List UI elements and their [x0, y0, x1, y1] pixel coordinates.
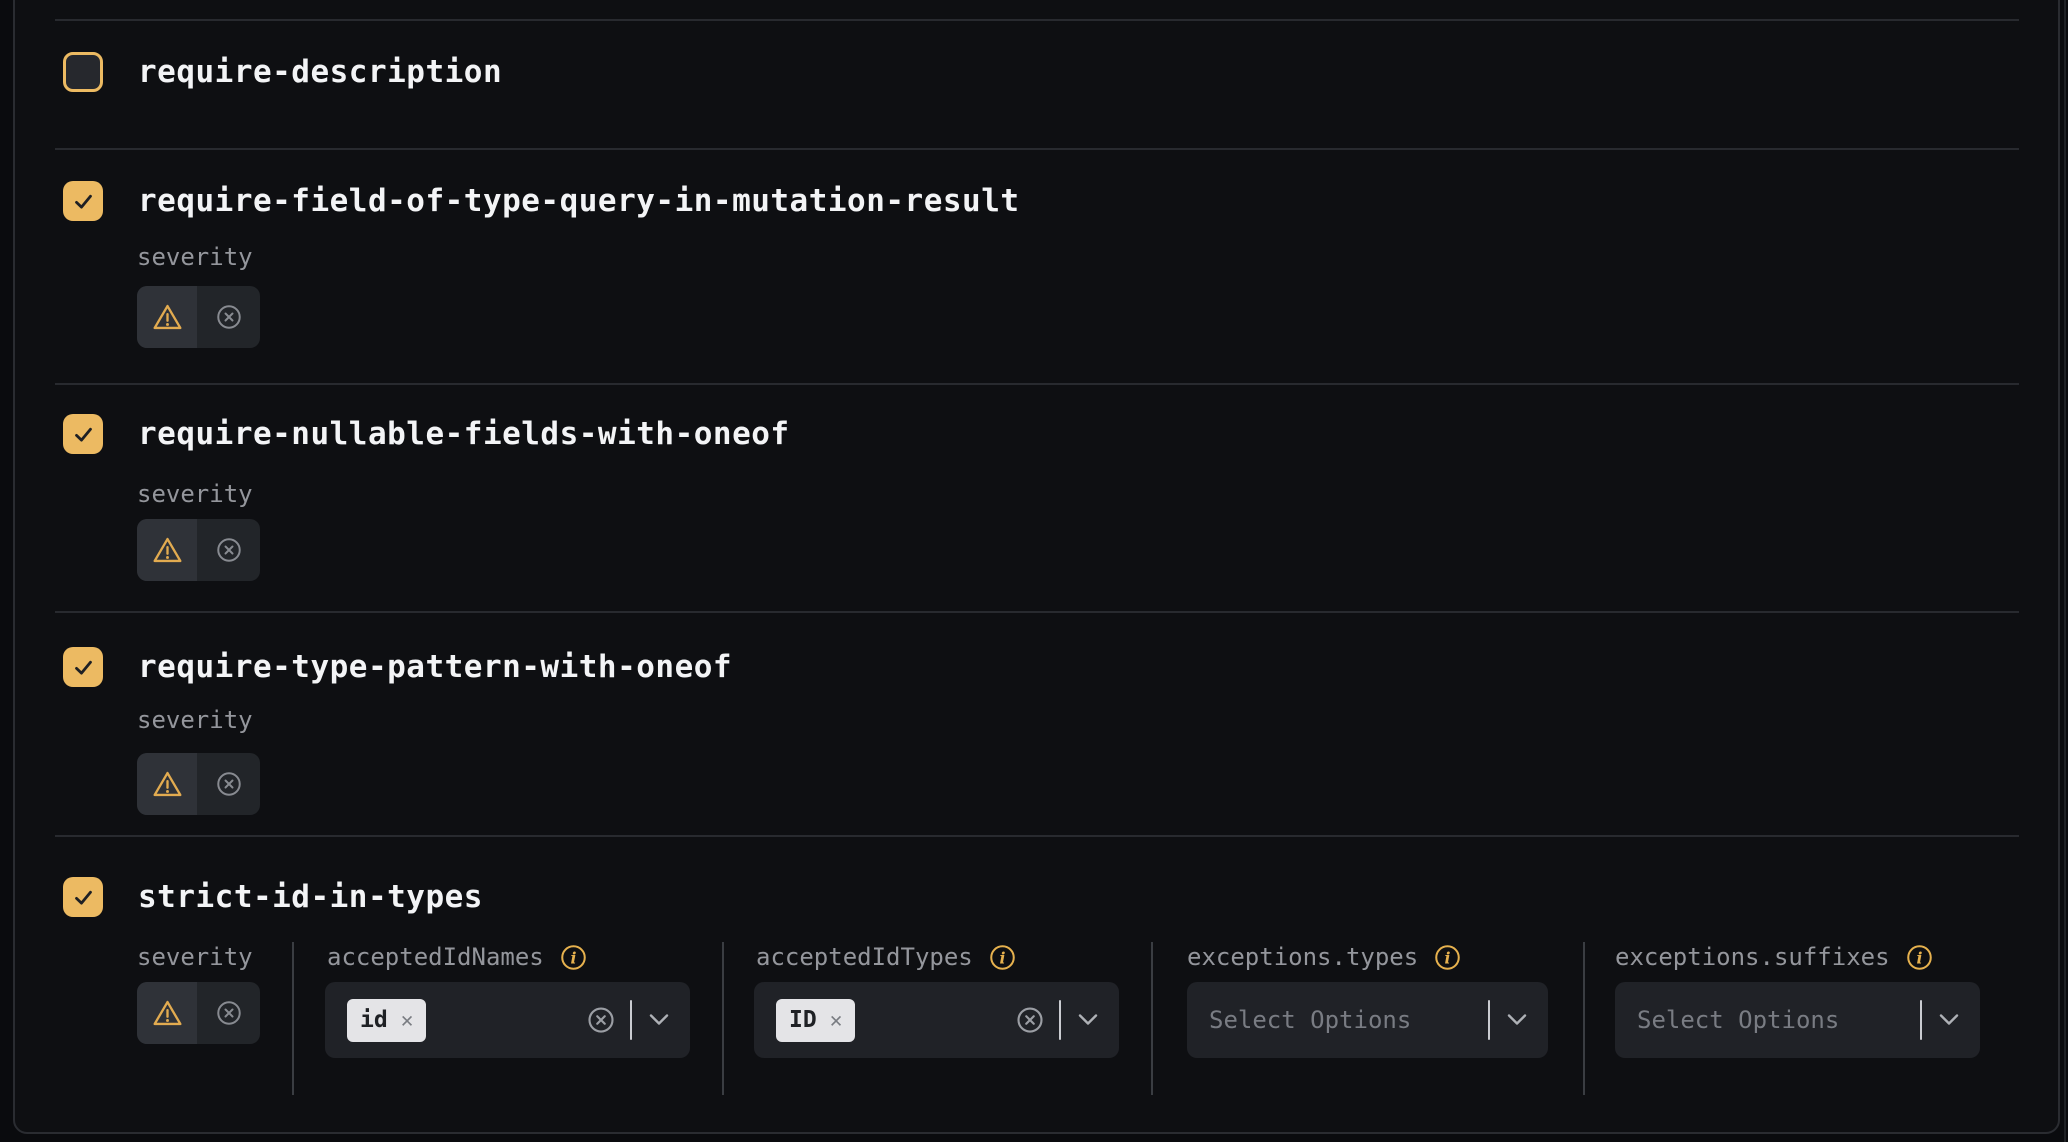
row-divider	[55, 148, 2019, 150]
warning-triangle-icon	[152, 770, 183, 798]
select-placeholder: Select Options	[1637, 1006, 1839, 1034]
info-icon[interactable]: i	[560, 944, 587, 971]
rule-checkbox-require-type-pattern-with-oneof[interactable]	[63, 647, 103, 687]
warning-triangle-icon	[152, 999, 183, 1027]
row-divider	[55, 835, 2019, 837]
chip-ID: ID ✕	[776, 999, 855, 1042]
option-label-text: acceptedIdNames	[327, 943, 544, 971]
severity-error-button[interactable]	[197, 519, 260, 581]
checkmark-icon	[70, 654, 97, 681]
multiselect-acceptedIdNames[interactable]: id ✕	[325, 982, 690, 1058]
checkmark-icon	[70, 188, 97, 215]
severity-error-button[interactable]	[197, 286, 260, 348]
right-edge-divider	[2064, 0, 2066, 1142]
chevron-down-icon[interactable]	[1938, 1013, 1960, 1027]
column-divider	[1583, 942, 1585, 1095]
chevron-down-icon[interactable]	[648, 1013, 670, 1027]
severity-warn-button[interactable]	[137, 753, 197, 815]
row-divider	[55, 19, 2019, 21]
severity-label: severity	[137, 242, 253, 272]
column-divider	[722, 942, 724, 1095]
severity-warn-button[interactable]	[137, 982, 197, 1044]
chip-text: id	[360, 1007, 388, 1033]
option-label-exceptions-suffixes: exceptions.suffixes i	[1615, 942, 1933, 972]
circle-x-icon	[215, 999, 243, 1027]
select-divider	[630, 1000, 632, 1040]
column-divider	[292, 942, 294, 1095]
row-divider	[55, 611, 2019, 613]
option-label-acceptedIdNames: acceptedIdNames i	[327, 942, 587, 972]
clear-selection-icon[interactable]	[1015, 1005, 1045, 1035]
svg-text:i: i	[1445, 948, 1451, 967]
clear-selection-icon[interactable]	[586, 1005, 616, 1035]
svg-text:i: i	[999, 948, 1005, 967]
select-divider	[1920, 1000, 1922, 1040]
rule-checkbox-require-field-of-type-query-in-mutation-result[interactable]	[63, 181, 103, 221]
severity-toggle	[137, 982, 260, 1044]
severity-label: severity	[137, 942, 253, 972]
info-icon[interactable]: i	[1434, 944, 1461, 971]
svg-text:i: i	[1916, 948, 1922, 967]
severity-error-button[interactable]	[197, 982, 260, 1044]
svg-text:i: i	[570, 948, 576, 967]
circle-x-icon	[215, 303, 243, 331]
column-divider	[1151, 942, 1153, 1095]
info-icon[interactable]: i	[1906, 944, 1933, 971]
rule-name: require-nullable-fields-with-oneof	[138, 414, 790, 454]
row-divider	[55, 383, 2019, 385]
rule-checkbox-strict-id-in-types[interactable]	[63, 877, 103, 917]
severity-error-button[interactable]	[197, 753, 260, 815]
rule-name: require-description	[138, 52, 502, 92]
severity-toggle	[137, 519, 260, 581]
multiselect-acceptedIdTypes[interactable]: ID ✕	[754, 982, 1119, 1058]
rules-config-panel: require-description require-field-of-typ…	[0, 0, 2068, 1142]
rule-name: strict-id-in-types	[138, 877, 483, 917]
chip-text: ID	[789, 1007, 817, 1033]
chip-id: id ✕	[347, 999, 426, 1042]
checkmark-icon	[70, 421, 97, 448]
option-label-text: exceptions.types	[1187, 943, 1418, 971]
circle-x-icon	[215, 770, 243, 798]
chevron-down-icon[interactable]	[1077, 1013, 1099, 1027]
warning-triangle-icon	[152, 303, 183, 331]
option-label-acceptedIdTypes: acceptedIdTypes i	[756, 942, 1016, 972]
multiselect-exceptions-types[interactable]: Select Options	[1187, 982, 1548, 1058]
multiselect-exceptions-suffixes[interactable]: Select Options	[1615, 982, 1980, 1058]
severity-toggle	[137, 286, 260, 348]
option-label-exceptions-types: exceptions.types i	[1187, 942, 1461, 972]
chip-remove-icon[interactable]: ✕	[830, 1010, 843, 1031]
severity-warn-button[interactable]	[137, 519, 197, 581]
info-icon[interactable]: i	[989, 944, 1016, 971]
chevron-down-icon[interactable]	[1506, 1013, 1528, 1027]
select-divider	[1059, 1000, 1061, 1040]
select-placeholder: Select Options	[1209, 1006, 1411, 1034]
circle-x-icon	[215, 536, 243, 564]
chip-remove-icon[interactable]: ✕	[401, 1010, 414, 1031]
rule-name: require-type-pattern-with-oneof	[138, 647, 732, 687]
severity-label: severity	[137, 705, 253, 735]
severity-toggle	[137, 753, 260, 815]
checkmark-icon	[70, 884, 97, 911]
rule-checkbox-require-nullable-fields-with-oneof[interactable]	[63, 414, 103, 454]
option-label-text: exceptions.suffixes	[1615, 943, 1890, 971]
severity-label: severity	[137, 479, 253, 509]
option-label-text: acceptedIdTypes	[756, 943, 973, 971]
warning-triangle-icon	[152, 536, 183, 564]
select-divider	[1488, 1000, 1490, 1040]
rule-name: require-field-of-type-query-in-mutation-…	[138, 181, 1020, 221]
rule-checkbox-require-description[interactable]	[63, 52, 103, 92]
severity-warn-button[interactable]	[137, 286, 197, 348]
